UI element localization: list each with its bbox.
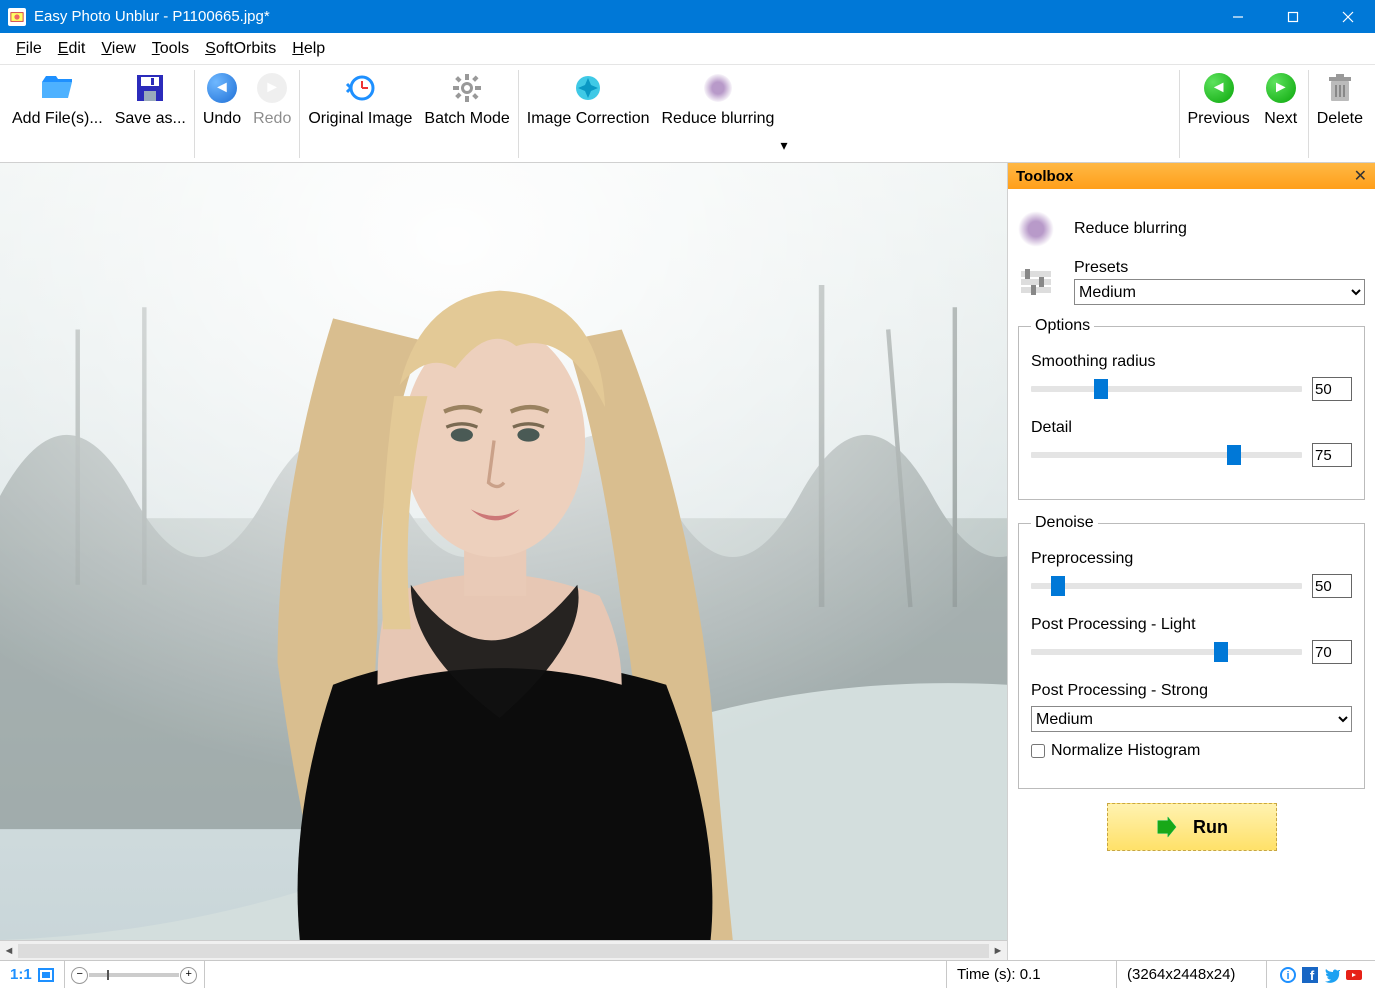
- title-bar: Easy Photo Unblur - P1100665.jpg*: [0, 0, 1375, 33]
- scroll-right-icon[interactable]: ►: [989, 942, 1007, 960]
- fit-screen-icon[interactable]: [38, 968, 54, 982]
- presets-select[interactable]: Medium: [1074, 279, 1365, 305]
- svg-text:i: i: [1286, 970, 1289, 982]
- menu-tools[interactable]: Tools: [144, 36, 197, 62]
- presets-label: Presets: [1074, 259, 1365, 277]
- normalize-histogram-checkbox[interactable]: Normalize Histogram: [1031, 742, 1352, 760]
- preprocessing-slider[interactable]: [1031, 583, 1302, 589]
- poststrong-label: Post Processing - Strong: [1031, 682, 1352, 700]
- scroll-left-icon[interactable]: ◄: [0, 942, 18, 960]
- detail-slider[interactable]: [1031, 452, 1302, 458]
- sparkle-icon: [571, 71, 605, 105]
- app-icon: [8, 8, 26, 26]
- redo-button[interactable]: ► Redo: [247, 67, 297, 132]
- run-button[interactable]: Run: [1107, 803, 1277, 851]
- redo-icon: ►: [255, 71, 289, 105]
- status-time: Time (s): 0.1: [946, 961, 1116, 988]
- smoothing-value[interactable]: [1312, 377, 1352, 401]
- smoothing-label: Smoothing radius: [1031, 353, 1352, 371]
- menu-help[interactable]: Help: [284, 36, 333, 62]
- zoom-slider[interactable]: [89, 973, 179, 977]
- undo-button[interactable]: ◄ Undo: [197, 67, 247, 132]
- image-correction-button[interactable]: Image Correction: [521, 67, 656, 132]
- run-arrow-icon: [1155, 816, 1177, 838]
- menu-file[interactable]: File: [8, 36, 50, 62]
- facebook-icon[interactable]: f: [1302, 967, 1318, 983]
- options-fieldset: Options Smoothing radius Detail: [1018, 317, 1365, 500]
- original-image-button[interactable]: Original Image: [302, 67, 418, 132]
- detail-label: Detail: [1031, 419, 1352, 437]
- preprocessing-label: Preprocessing: [1031, 550, 1352, 568]
- folder-open-icon: [40, 71, 74, 105]
- batch-mode-button[interactable]: Batch Mode: [418, 67, 515, 132]
- gear-icon: [450, 71, 484, 105]
- info-icon[interactable]: i: [1280, 967, 1296, 983]
- horizontal-scrollbar[interactable]: ◄ ►: [0, 940, 1007, 960]
- sliders-icon: [1018, 264, 1054, 300]
- zoom-11-label[interactable]: 1:1: [10, 966, 32, 983]
- add-files-button[interactable]: Add File(s)...: [6, 67, 109, 132]
- reduce-blurring-dropdown[interactable]: ▾: [780, 137, 790, 154]
- toolbox-section-title: Reduce blurring: [1074, 220, 1187, 238]
- trash-icon: [1323, 71, 1357, 105]
- arrow-right-icon: ►: [1264, 71, 1298, 105]
- toolbox-header: Toolbox ✕: [1008, 163, 1375, 189]
- denoise-fieldset: Denoise Preprocessing Post Processing - …: [1018, 514, 1365, 789]
- clock-back-icon: [343, 71, 377, 105]
- twitter-icon[interactable]: [1324, 967, 1340, 983]
- save-icon: [133, 71, 167, 105]
- blur-icon: [701, 71, 735, 105]
- window-title: Easy Photo Unblur - P1100665.jpg*: [34, 8, 1210, 25]
- menu-bar: File Edit View Tools SoftOrbits Help: [0, 33, 1375, 65]
- maximize-button[interactable]: [1265, 0, 1320, 33]
- toolbar: Add File(s)... Save as... ◄ Undo ► Redo …: [0, 65, 1375, 163]
- smoothing-slider[interactable]: [1031, 386, 1302, 392]
- youtube-icon[interactable]: [1346, 967, 1362, 983]
- close-button[interactable]: [1320, 0, 1375, 33]
- undo-icon: ◄: [205, 71, 239, 105]
- status-bar: 1:1 Time (s): 0.1 (3264x2448x24) i f: [0, 960, 1375, 988]
- poststrong-select[interactable]: Medium: [1031, 706, 1352, 732]
- save-as-button[interactable]: Save as...: [109, 67, 192, 132]
- detail-value[interactable]: [1312, 443, 1352, 467]
- menu-edit[interactable]: Edit: [50, 36, 94, 62]
- menu-softorbits[interactable]: SoftOrbits: [197, 36, 284, 62]
- svg-text:f: f: [1310, 968, 1315, 983]
- menu-view[interactable]: View: [93, 36, 143, 62]
- delete-button[interactable]: Delete: [1311, 67, 1369, 132]
- blur-icon: [1018, 211, 1054, 247]
- postlight-slider[interactable]: [1031, 649, 1302, 655]
- arrow-left-icon: ◄: [1202, 71, 1236, 105]
- previous-button[interactable]: ◄ Previous: [1182, 67, 1256, 132]
- image-canvas[interactable]: [0, 163, 1007, 940]
- postlight-value[interactable]: [1312, 640, 1352, 664]
- preprocessing-value[interactable]: [1312, 574, 1352, 598]
- postlight-label: Post Processing - Light: [1031, 616, 1352, 634]
- toolbox-close-icon[interactable]: ✕: [1354, 166, 1367, 186]
- next-button[interactable]: ► Next: [1256, 67, 1306, 132]
- status-dimensions: (3264x2448x24): [1116, 961, 1266, 988]
- minimize-button[interactable]: [1210, 0, 1265, 33]
- reduce-blurring-button[interactable]: Reduce blurring: [656, 67, 781, 132]
- toolbox-panel: Toolbox ✕ Reduce blurring Presets Medium: [1007, 163, 1375, 960]
